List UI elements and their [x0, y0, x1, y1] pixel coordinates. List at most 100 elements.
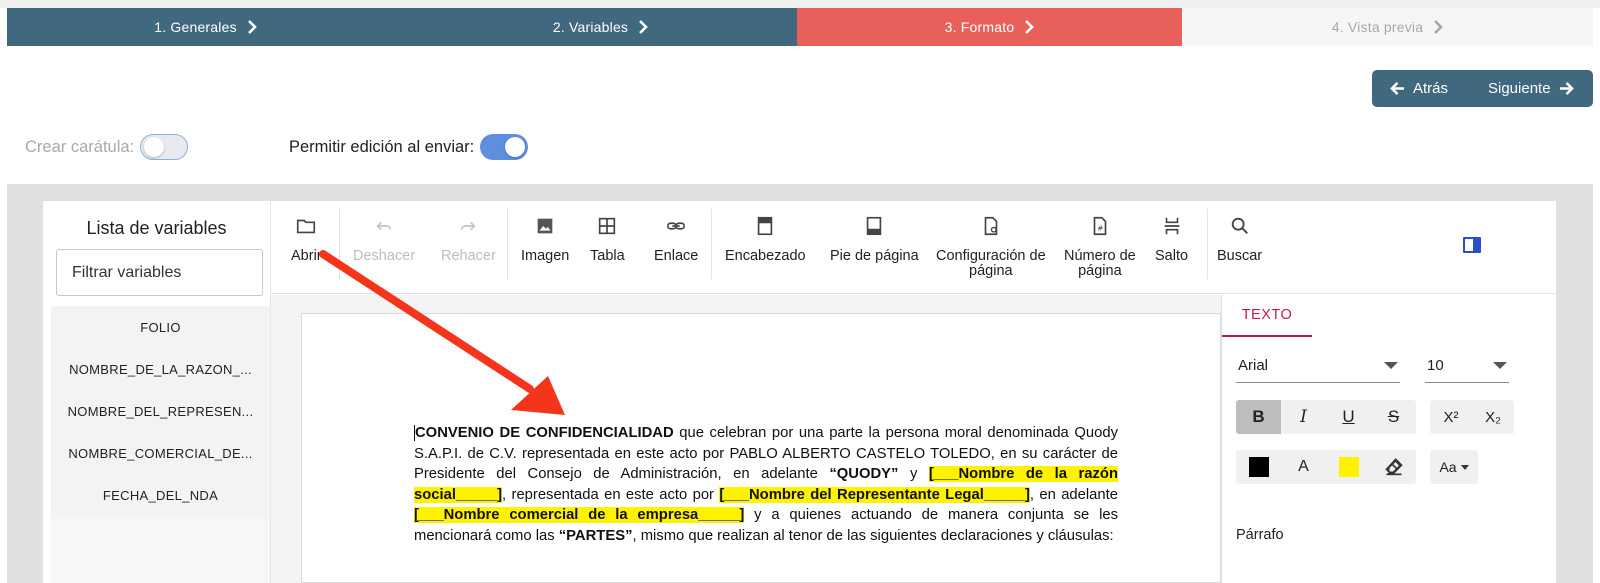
back-button[interactable]: Atrás	[1372, 70, 1472, 107]
font-family-value: Arial	[1238, 357, 1269, 374]
step-variables[interactable]: 2. Variables	[404, 8, 797, 46]
paragraph-text: y	[898, 466, 929, 482]
undo-icon	[376, 221, 392, 231]
editor: Lista de variables FOLIO NOMBRE_DE_LA_RA…	[43, 201, 1556, 583]
page-setup-button[interactable]: Configuración de página	[936, 215, 1046, 279]
footer-icon	[867, 216, 882, 236]
step-label: 1. Generales	[154, 19, 237, 35]
page-number-button[interactable]: # Número de página	[1064, 215, 1136, 279]
text-case-button[interactable]: Aa	[1430, 450, 1478, 484]
variable-representante[interactable]: [___Nombre del Representante Legal_____]	[719, 486, 1030, 503]
step-label: 3. Formato	[944, 19, 1015, 35]
partes-term: “PARTES”	[558, 527, 633, 544]
strikethrough-button[interactable]: S	[1371, 400, 1416, 434]
variable-item-folio[interactable]: FOLIO	[51, 306, 270, 348]
table-button[interactable]: Tabla	[590, 215, 625, 264]
page-settings-icon	[984, 216, 998, 236]
bold-button[interactable]: B	[1236, 400, 1281, 434]
document-area[interactable]: CONVENIO DE CONFIDENCIALIDAD que celebra…	[271, 295, 1221, 583]
document-paragraph[interactable]: CONVENIO DE CONFIDENCIALIDAD que celebra…	[414, 423, 1118, 546]
link-icon	[667, 222, 686, 230]
chevron-right-icon	[1025, 20, 1035, 34]
search-button[interactable]: Buscar	[1217, 215, 1262, 264]
link-label: Enlace	[654, 248, 699, 264]
edit-toggle-row: Permitir edición al enviar:	[289, 134, 529, 160]
header-icon	[758, 216, 773, 236]
nav-button-group: Atrás Siguiente	[1372, 70, 1593, 107]
step-vista-previa[interactable]: 4. Vista previa	[1182, 8, 1593, 46]
case-group: Aa	[1430, 450, 1478, 484]
chevron-right-icon	[247, 20, 257, 34]
image-button[interactable]: Imagen	[521, 215, 569, 264]
redo-button[interactable]: Rehacer	[441, 215, 496, 264]
page-break-icon	[1164, 217, 1179, 235]
variable-item-razon-social[interactable]: NOMBRE_DE_LA_RAZON_...	[51, 348, 270, 390]
switch-knob	[505, 137, 526, 157]
page-break-button[interactable]: Salto	[1155, 215, 1188, 264]
font-size-select[interactable]: 10	[1425, 349, 1509, 383]
image-icon	[537, 218, 553, 234]
variables-panel: Lista de variables FOLIO NOMBRE_DE_LA_RA…	[43, 201, 270, 583]
folder-icon	[297, 219, 316, 234]
cover-toggle-switch[interactable]	[140, 134, 189, 160]
dropdown-arrow-icon	[1493, 362, 1507, 369]
switch-knob	[144, 137, 165, 157]
arrow-left-icon	[1390, 82, 1405, 95]
superscript-button[interactable]: X²	[1430, 400, 1472, 434]
variable-nombre-comercial[interactable]: [___Nombre comercial de la empresa_____]	[414, 507, 745, 523]
quody-term: “QUODY”	[829, 466, 899, 482]
cover-toggle-label: Crear carátula:	[25, 137, 135, 156]
document-page[interactable]: CONVENIO DE CONFIDENCIALIDAD que celebra…	[301, 313, 1221, 583]
table-icon	[599, 217, 616, 235]
redo-icon	[461, 221, 476, 231]
next-button[interactable]: Siguiente	[1472, 70, 1574, 107]
page-setup-label-1: Configuración de	[936, 248, 1046, 264]
edit-toggle-switch[interactable]	[480, 134, 529, 160]
header-label: Encabezado	[725, 248, 806, 264]
variables-filter-input[interactable]	[56, 249, 263, 296]
toolbar-separator	[339, 209, 340, 279]
eraser-icon[interactable]	[1384, 456, 1404, 476]
side-panel-toggle-icon[interactable]	[1463, 237, 1481, 253]
format-panel: TEXTO Arial 10 B I U S X² X₂ A Aa Párraf…	[1221, 295, 1556, 583]
variable-item-nombre-comercial[interactable]: NOMBRE_COMERCIAL_DE...	[51, 432, 270, 474]
variable-item-representante[interactable]: NOMBRE_DEL_REPRESEN...	[51, 390, 270, 432]
dropdown-arrow-icon	[1384, 362, 1398, 369]
page-setup-label-2: página	[969, 263, 1013, 279]
italic-button[interactable]: I	[1281, 400, 1326, 434]
variables-title: Lista de variables	[86, 218, 227, 238]
footer-button[interactable]: Pie de página	[830, 215, 919, 264]
header-button[interactable]: Encabezado	[725, 215, 806, 264]
document-title: CONVENIO DE CONFIDENCIALIDAD	[415, 425, 674, 441]
link-button[interactable]: Enlace	[654, 215, 698, 264]
paragraph-text: , mismo que realizan al tenor de las sig…	[632, 527, 1114, 544]
top-strip	[0, 0, 1600, 8]
step-label: 2. Variables	[552, 19, 629, 35]
toolbar-separator	[507, 209, 508, 279]
search-icon	[1231, 217, 1248, 234]
variable-item-fecha-nda[interactable]: FECHA_DEL_NDA	[51, 474, 270, 516]
open-button[interactable]: Abrir	[291, 215, 322, 264]
page-number-label-1: Número de	[1064, 248, 1136, 264]
underline-button[interactable]: U	[1326, 400, 1371, 434]
text-case-label: Aa	[1439, 459, 1457, 475]
page-number-label-2: página	[1078, 263, 1122, 279]
step-formato[interactable]: 3. Formato	[797, 8, 1182, 46]
next-label: Siguiente	[1488, 80, 1551, 97]
variables-list-footer	[51, 519, 270, 583]
wizard-stepper: 1. Generales 2. Variables 3. Formato 4. …	[7, 8, 1593, 46]
text-style-group: B I U S	[1236, 400, 1416, 434]
redo-label: Rehacer	[441, 248, 496, 264]
page-break-label: Salto	[1155, 248, 1189, 264]
cover-toggle-row: Crear carátula:	[25, 134, 189, 160]
subscript-button[interactable]: X₂	[1472, 400, 1514, 434]
back-label: Atrás	[1413, 80, 1449, 97]
chevron-right-icon	[639, 20, 648, 34]
font-family-select[interactable]: Arial	[1236, 349, 1400, 383]
undo-label: Deshacer	[353, 248, 416, 264]
step-generales[interactable]: 1. Generales	[7, 8, 404, 46]
tab-texto[interactable]: TEXTO	[1222, 295, 1312, 337]
script-group: X² X₂	[1430, 400, 1514, 434]
undo-button[interactable]: Deshacer	[353, 215, 415, 264]
variables-list: FOLIO NOMBRE_DE_LA_RAZON_... NOMBRE_DEL_…	[51, 306, 270, 519]
